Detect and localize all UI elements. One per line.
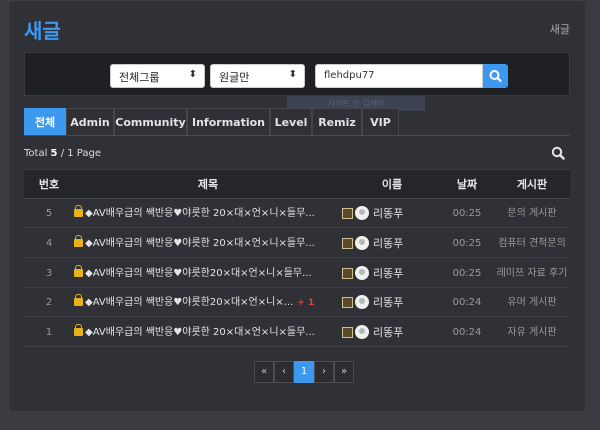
post-number: 3 [45,267,53,279]
level-icon [342,327,353,339]
total-pages: / 1 Page [60,148,102,159]
page-next-button[interactable]: › [314,361,334,383]
tab-remiz[interactable]: Remiz [312,108,362,135]
post-subject[interactable]: ◆AV배우급의 쌕반응♥야릇한 20×대×언×니×들무... [74,229,319,259]
avatar [355,325,369,340]
chevron-updown-icon: ⬍ [288,69,297,80]
author-name[interactable]: 리똥푸 [373,207,403,220]
post-board[interactable]: 유머 게시판 [494,288,570,317]
table-row[interactable]: 4 ◆AV배우급의 쌕반응♥야릇한 20×대×언×니×들무... 리똥푸 00:25 컴… [24,229,570,258]
search-bar: 전체그룹 ⬍ 원글만 ⬍ flehdpu77 [24,52,570,96]
tab-vip[interactable]: VIP [362,108,399,135]
lock-icon [74,234,83,247]
post-date: 00:25 [452,208,482,219]
tab-information[interactable]: Information [187,108,270,135]
post-author[interactable]: 리똥푸 [342,288,403,317]
post-date: 00:25 [452,237,482,249]
lock-icon [74,264,83,277]
level-icon [342,237,353,249]
board-tabs: 전체 Admin Community Information Level Rem… [24,108,570,136]
col-date: 날짜 [456,178,478,191]
post-subject-text[interactable]: ◆AV배우급의 쌕반응♥야릇한 20×대×언×니×들무... [85,238,315,249]
col-num: 번호 [38,178,60,191]
post-number: 4 [45,237,53,249]
post-subject-text[interactable]: ◆AV배우급의 쌕반응♥야릇한20×대×언×니×... [85,297,293,308]
col-subject: 제목 [197,178,219,191]
avatar [355,235,369,250]
post-number: 2 [45,297,53,309]
level-icon [342,297,353,309]
group-select[interactable]: 전체그룹 ⬍ [110,64,205,88]
avatar [355,295,369,310]
author-name[interactable]: 리똥푸 [373,237,403,250]
search-button[interactable] [483,64,508,88]
level-icon [342,267,353,279]
post-board[interactable]: 컴퓨터 견적문의 [494,229,570,258]
breadcrumb[interactable]: 새글 [550,21,570,37]
page-prev-button[interactable]: ‹ [274,361,294,383]
scope-select-value: 원글만 [219,71,250,84]
post-date: 00:24 [452,297,482,309]
avatar [355,206,369,220]
author-name[interactable]: 리똥푸 [373,296,403,309]
post-author[interactable]: 리똥푸 [342,229,403,258]
table-row[interactable]: 2 ◆AV배우급의 쌕반응♥야릇한20×대×언×니×... + 1 리똥푸 00:24 유… [24,288,570,318]
group-select-value: 전체그룹 [119,71,160,84]
post-author[interactable]: 리똥푸 [342,259,403,288]
search-icon[interactable] [551,146,565,160]
post-board[interactable]: 레미쯔 자료 후기 [494,259,570,288]
post-subject[interactable]: ◆AV배우급의 쌕반응♥야릇한 20×대×언×니×들무... [74,199,319,229]
tab-all[interactable]: 전체 [24,108,66,135]
page-current[interactable]: 1 [294,361,314,383]
post-number: 1 [45,327,53,339]
total-label: Total [24,148,48,159]
total-number: 5 [50,148,58,159]
search-input[interactable]: flehdpu77 [315,64,483,88]
post-board[interactable]: 자유 게시판 [494,318,570,347]
scope-select[interactable]: 원글만 ⬍ [210,64,305,88]
post-number: 5 [45,208,53,219]
chevron-updown-icon: ⬍ [188,69,197,80]
col-board: 게시판 [516,178,548,191]
post-author[interactable]: 리똥푸 [342,318,403,347]
post-subject-text[interactable]: ◆AV배우급의 쌕반응♥야릇한 20×대×언×니×들무... [85,208,315,219]
lock-icon [74,324,83,337]
table-header: 번호 제목 이름 날짜 게시판 [24,169,570,199]
lock-icon [74,294,83,307]
avatar [355,265,369,280]
tab-level[interactable]: Level [270,108,312,135]
author-name[interactable]: 리똥푸 [373,267,403,280]
post-date: 00:25 [452,267,482,279]
table-row[interactable]: 1 ◆AV배우급의 쌕반응♥야릇한 20×대×언×니×들무... 리똥푸 00:24 자… [24,318,570,348]
table-row[interactable]: 3 ◆AV배우급의 쌕반응♥야릇한20×대×언×니×들무... 리똥푸 00:25 레미… [24,259,570,288]
page-last-button[interactable]: » [334,361,354,383]
level-icon [342,208,353,219]
tab-admin[interactable]: Admin [66,108,114,135]
col-name: 이름 [381,178,403,191]
post-subject-text[interactable]: ◆AV배우급의 쌕반응♥야릇한20×대×언×니×들무... [85,268,312,279]
page-title: 새글 [24,19,61,43]
post-subject[interactable]: ◆AV배우급의 쌕반응♥야릇한20×대×언×니×들무... [74,259,316,289]
search-icon [489,70,502,83]
comment-count: + 1 [297,298,315,309]
post-subject[interactable]: ◆AV배우급의 쌕반응♥야릇한20×대×언×니×... + 1 [74,288,314,318]
tab-community[interactable]: Community [114,108,187,135]
page-first-button[interactable]: « [254,361,274,383]
table-row[interactable]: 5 ◆AV배우급의 쌕반응♥야릇한 20×대×언×니×들무... 리똥푸 00:25 문… [24,199,570,228]
post-subject[interactable]: ◆AV배우급의 쌕반응♥야릇한 20×대×언×니×들무... [74,318,319,348]
total-count: Total 5 / 1 Page [24,148,101,159]
post-date: 00:24 [452,327,482,339]
author-name[interactable]: 리똥푸 [373,326,403,339]
post-author[interactable]: 리똥푸 [342,199,403,228]
lock-icon [74,205,83,217]
post-subject-text[interactable]: ◆AV배우급의 쌕반응♥야릇한 20×대×언×니×들무... [85,327,315,338]
new-posts-panel: 새글 새글 전체그룹 ⬍ 원글만 ⬍ flehdpu77 사이트 인 검색어 전… [8,0,586,412]
post-board[interactable]: 문의 게시판 [494,199,570,228]
